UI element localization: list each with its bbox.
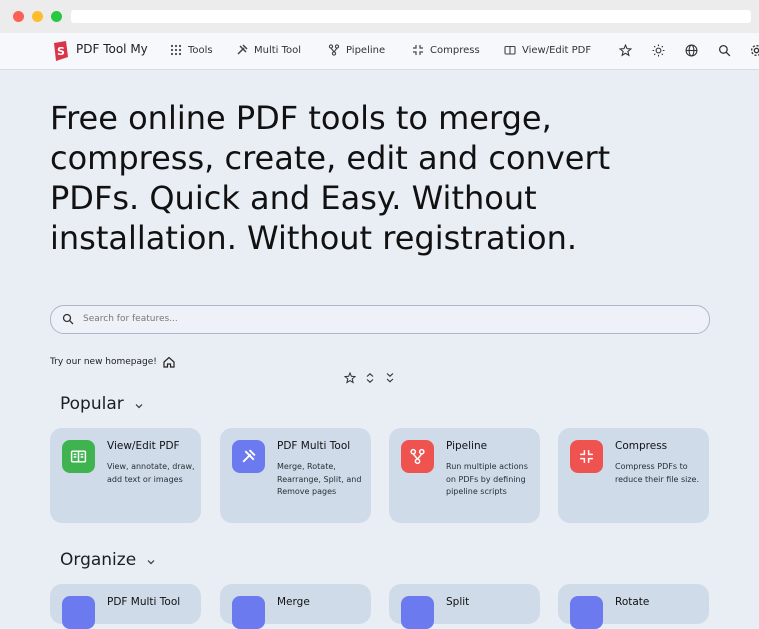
book-icon bbox=[504, 45, 516, 55]
card-icon-bg bbox=[570, 440, 603, 473]
svg-text:S: S bbox=[57, 45, 65, 58]
collapse-all-icon[interactable] bbox=[384, 372, 396, 384]
pipeline-icon bbox=[410, 448, 425, 465]
card-pdf-multi-tool-organize[interactable]: PDF Multi Tool bbox=[50, 584, 201, 629]
section-popular-title: Popular bbox=[60, 394, 124, 414]
home-icon bbox=[163, 356, 175, 368]
logo-icon[interactable]: S bbox=[52, 41, 70, 61]
top-navbar: S PDF Tool My Tools Multi Tool Pipeline … bbox=[0, 33, 759, 70]
tools-icon bbox=[242, 449, 256, 463]
window-titlebar bbox=[0, 0, 759, 33]
pipeline-icon bbox=[328, 44, 340, 56]
star-icon[interactable] bbox=[619, 44, 632, 57]
card-pipeline[interactable]: Pipeline Run multiple actions on PDFs by… bbox=[389, 428, 540, 523]
nav-pipeline-label: Pipeline bbox=[346, 44, 386, 56]
card-view-edit-pdf[interactable]: View/Edit PDF View, annotate, draw, add … bbox=[50, 428, 201, 523]
nav-pipeline[interactable]: Pipeline bbox=[328, 44, 385, 56]
book-icon bbox=[70, 450, 87, 463]
section-popular-header[interactable]: Popular bbox=[60, 394, 144, 414]
card-title: View/Edit PDF bbox=[107, 440, 180, 452]
expand-all-icon[interactable] bbox=[364, 372, 376, 384]
nav-compress[interactable]: Compress bbox=[412, 44, 480, 56]
chevron-down-icon bbox=[135, 404, 143, 409]
close-window-button[interactable] bbox=[13, 11, 24, 22]
address-bar[interactable] bbox=[71, 10, 751, 23]
feature-search-box[interactable] bbox=[50, 305, 710, 334]
card-compress[interactable]: Compress Compress PDFs to reduce their f… bbox=[558, 428, 709, 523]
card-icon-bg bbox=[232, 440, 265, 473]
chevron-down-icon bbox=[147, 560, 155, 565]
nav-compress-label: Compress bbox=[430, 44, 480, 56]
card-description: Run multiple actions on PDFs by defining… bbox=[446, 462, 528, 496]
card-description: View, annotate, draw, add text or images bbox=[107, 462, 195, 484]
card-title: Merge bbox=[277, 596, 310, 608]
nav-multi-tool-label: Multi Tool bbox=[254, 44, 302, 56]
hero-heading: Free online PDF tools to merge, compress… bbox=[50, 99, 611, 257]
card-title: PDF Multi Tool bbox=[277, 440, 351, 452]
grid-icon bbox=[170, 44, 182, 56]
compress-icon bbox=[413, 45, 423, 55]
favorites-star-icon[interactable] bbox=[344, 372, 356, 384]
card-title: Pipeline bbox=[446, 440, 488, 452]
section-organize-title: Organize bbox=[60, 550, 137, 570]
card-pdf-multi-tool[interactable]: PDF Multi Tool Merge, Rotate, Rearrange,… bbox=[220, 428, 371, 523]
search-icon[interactable] bbox=[718, 44, 731, 57]
nav-view-edit-pdf[interactable]: View/Edit PDF bbox=[504, 44, 591, 56]
card-icon-bg bbox=[401, 440, 434, 473]
compress-icon bbox=[580, 450, 593, 463]
card-description: Compress PDFs to reduce their file size. bbox=[615, 462, 700, 484]
section-organize-header[interactable]: Organize bbox=[60, 550, 156, 570]
tools-icon bbox=[237, 44, 248, 55]
card-icon-bg bbox=[62, 440, 95, 473]
nav-view-edit-pdf-label: View/Edit PDF bbox=[522, 44, 592, 56]
card-split[interactable]: Split bbox=[389, 584, 540, 629]
sun-icon[interactable] bbox=[652, 44, 665, 57]
globe-icon[interactable] bbox=[685, 44, 698, 57]
search-icon bbox=[62, 313, 74, 325]
search-input[interactable] bbox=[83, 311, 683, 327]
brand-name[interactable]: PDF Tool My bbox=[76, 42, 148, 56]
card-title: Split bbox=[446, 596, 470, 608]
minimize-window-button[interactable] bbox=[32, 11, 43, 22]
gear-icon[interactable] bbox=[750, 44, 759, 57]
nav-tools-label: Tools bbox=[188, 44, 213, 56]
maximize-window-button[interactable] bbox=[51, 11, 62, 22]
card-title: Rotate bbox=[615, 596, 650, 608]
card-merge[interactable]: Merge bbox=[220, 584, 371, 629]
try-homepage-label: Try our new homepage! bbox=[50, 357, 157, 367]
card-title: Compress bbox=[615, 440, 668, 452]
card-title: PDF Multi Tool bbox=[107, 596, 181, 608]
card-description: Merge, Rotate, Rearrange, Split, and Rem… bbox=[277, 462, 362, 496]
nav-tools[interactable]: Tools bbox=[170, 44, 213, 56]
try-homepage-link[interactable]: Try our new homepage! bbox=[50, 355, 176, 369]
nav-multi-tool[interactable]: Multi Tool bbox=[236, 44, 301, 56]
card-rotate[interactable]: Rotate bbox=[558, 584, 709, 629]
